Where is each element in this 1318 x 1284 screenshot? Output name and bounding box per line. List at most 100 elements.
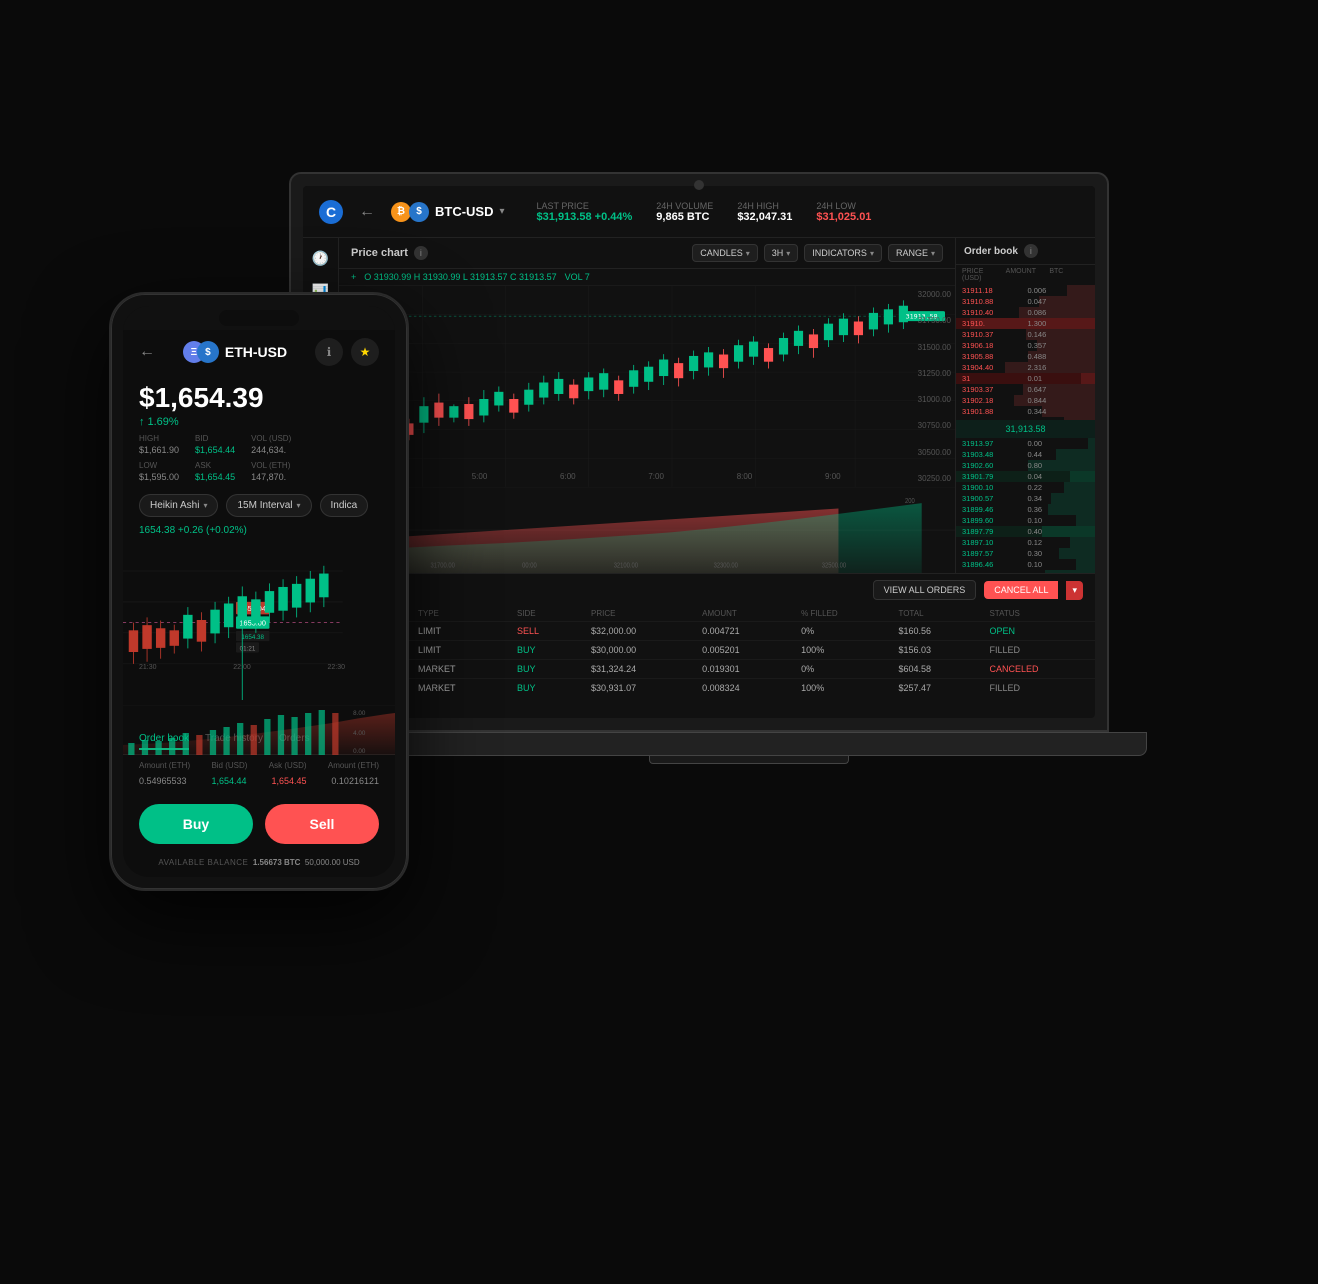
ob-bid-row: 31900.10 0.22 [956, 482, 1095, 493]
interval-chevron-icon: ▾ [297, 501, 301, 510]
ohlc-bar: + O 31930.99 H 31930.99 L 31913.57 C 319… [339, 269, 955, 286]
mobile-balance: AVAILABLE BALANCE 1.56673 BTC 50,000.00 … [123, 854, 395, 877]
ob-ask-row: 31911.18 0.006 [956, 285, 1095, 296]
ob-ask-rows: 31911.18 0.006 31910.88 0.047 31910.40 [956, 285, 1095, 420]
heikin-ashi-chevron-icon: ▾ [203, 501, 207, 510]
mobile-bid-value: $1,654.44 [195, 445, 235, 455]
mobile-vol-eth-value: 147,870. [251, 472, 290, 482]
svg-text:00:00: 00:00 [522, 562, 537, 570]
trading-pair: BTC-USD [435, 204, 494, 219]
btc-icon: ₿ [391, 202, 411, 222]
chart-info-icon[interactable]: i [414, 246, 428, 260]
chart-controls: CANDLES ▾ 3H ▾ INDICATORS ▾ [692, 244, 943, 262]
ob-bid-row: 31897.57 0.30 [956, 548, 1095, 559]
ob-info-icon[interactable]: i [1024, 244, 1038, 258]
ob-bid-row: 31899.60 0.10 [956, 515, 1095, 526]
cancel-all-button[interactable]: CANCEL ALL [984, 581, 1058, 599]
desktop-main: 🕐 📊 Price chart i CANDLES [303, 238, 1095, 573]
svg-text:200: 200 [905, 497, 915, 505]
ob-spread: 31,913.58 [956, 420, 1095, 438]
svg-text:0.00: 0.00 [353, 748, 366, 755]
svg-text:1654.38: 1654.38 [241, 634, 264, 641]
mobile-info-button[interactable]: ℹ [315, 338, 343, 366]
indicators-button-mobile[interactable]: Indica [320, 494, 369, 517]
sell-button[interactable]: Sell [265, 804, 379, 844]
candles-button[interactable]: CANDLES ▾ [692, 244, 758, 262]
heikin-ashi-button[interactable]: Heikin Ashi ▾ [139, 494, 218, 517]
svg-text:32500.00: 32500.00 [822, 562, 846, 570]
chart-title-group: Price chart i [351, 246, 428, 260]
range-button[interactable]: RANGE ▾ [888, 244, 943, 262]
buy-button[interactable]: Buy [139, 804, 253, 844]
candlestick-chart: .grid-line { stroke: #1e1e1e; stroke-wid… [339, 286, 955, 487]
high-stat: 24H HIGH $32,047.31 [737, 201, 792, 223]
ob-bid-row: 31895.60 0.44 [956, 570, 1095, 573]
pair-selector[interactable]: ₿ $ BTC-USD ▾ [391, 202, 505, 222]
interval-button-mobile[interactable]: 15M Interval ▾ [226, 494, 311, 517]
ob-ask-row: 31905.88 0.488 [956, 351, 1095, 362]
balance-values: 1.56673 BTC 50,000.00 USD [251, 858, 360, 867]
mobile-pair-name: ETH-USD [225, 344, 287, 360]
cancel-all-chevron[interactable]: ▾ [1066, 581, 1083, 600]
ob-col-headers: PRICE (USD) AMOUNT BTC [956, 265, 1095, 285]
ob-ask-row: 31910.37 0.146 [956, 329, 1095, 340]
view-all-orders-button[interactable]: VIEW ALL ORDERS [873, 580, 977, 600]
mobile-container: ← Ξ $ ETH-USD ℹ ★ $1,654.39 [109, 292, 409, 891]
mobile-vol-usd-value: 244,634. [251, 445, 291, 455]
col-filled: % FILLED [789, 606, 886, 622]
indicators-button[interactable]: INDICATORS ▾ [804, 244, 882, 262]
ob-bid-row: 31900.57 0.34 [956, 493, 1095, 504]
phone-notch [123, 306, 395, 330]
mobile-star-button[interactable]: ★ [351, 338, 379, 366]
mobile-back-button[interactable]: ← [139, 343, 155, 361]
ob-ask-row-highlight: 31 0.01 [956, 373, 1095, 384]
mobile-actions-row: Buy Sell [123, 794, 395, 854]
mobile-arrow-up-icon: ↑ [139, 416, 145, 428]
high-value: $32,047.31 [737, 211, 792, 223]
mobile-price-change: ↑ 1.69% [139, 416, 379, 428]
ob-ask-row-highlight: 31910. 1.300 [956, 318, 1095, 329]
range-chevron-icon: ▾ [931, 249, 935, 258]
chart-toolbar: Price chart i CANDLES ▾ 3H ▾ [339, 238, 955, 269]
order-row: BTC-USD MARKET BUY $30,931.07 0.008324 1… [303, 679, 1095, 698]
last-price-value: $31,913.58 +0.44% [537, 211, 633, 223]
laptop-body: C ← ₿ $ BTC-USD ▾ LAST PRICE $31,913.58 … [289, 172, 1109, 732]
ob-ask-row: 31901.88 0.344 [956, 406, 1095, 417]
mobile-bid-stat: BID $1,654.44 [195, 434, 235, 455]
ob-bid-row: 31903.48 0.44 [956, 449, 1095, 460]
ob-bid-row: 31897.10 0.12 [956, 537, 1095, 548]
indicators-chevron-icon: ▾ [870, 249, 874, 258]
mobile-low-value: $1,595.00 [139, 472, 179, 482]
ob-bid-row: 31902.60 0.80 [956, 460, 1095, 471]
app-logo: C [319, 200, 343, 224]
phone-screen: ← Ξ $ ETH-USD ℹ ★ $1,654.39 [123, 306, 395, 877]
volume-label: 24H VOLUME [656, 201, 713, 211]
ob-eth-amount1: 0.54965533 [139, 776, 187, 786]
mobile-order-book: Amount (ETH) Bid (USD) Ask (USD) Amount … [123, 755, 395, 794]
ob-bid-row-highlight: 31901.79 0.04 [956, 471, 1095, 482]
laptop-notch [694, 180, 704, 190]
orders-section: VIEW ALL ORDERS CANCEL ALL ▾ PAIR TYPE S… [303, 573, 1095, 718]
mobile-ask-value: $1,654.45 [195, 472, 235, 482]
usd-icon-mobile: $ [197, 341, 219, 363]
ob-bid-row-highlight: 31897.79 0.40 [956, 526, 1095, 537]
market-stats: LAST PRICE $31,913.58 +0.44% 24H VOLUME … [537, 201, 872, 223]
ob-ask-price: 1,654.45 [271, 776, 306, 786]
phone-outer: ← Ξ $ ETH-USD ℹ ★ $1,654.39 [109, 292, 409, 891]
clock-icon[interactable]: 🕐 [312, 250, 329, 267]
ob-eth-amount2: 0.10216121 [331, 776, 379, 786]
mobile-controls: Heikin Ashi ▾ 15M Interval ▾ Indica [123, 486, 395, 525]
back-button[interactable]: ← [359, 203, 375, 221]
order-row: BTC-USD LIMIT BUY $30,000.00 0.005201 10… [303, 641, 1095, 660]
last-price-label: LAST PRICE [537, 201, 633, 211]
low-label: 24H LOW [816, 201, 871, 211]
volume-value: 9,865 BTC [656, 211, 713, 223]
mobile-stats-row-2: LOW $1,595.00 ASK $1,654.45 VOL (ETH) 14… [139, 461, 379, 482]
interval-button[interactable]: 3H ▾ [764, 244, 799, 262]
pair-chevron-icon[interactable]: ▾ [500, 206, 505, 217]
mobile-vol-eth-stat: VOL (ETH) 147,870. [251, 461, 290, 482]
high-label: 24H HIGH [737, 201, 792, 211]
mobile-volume-chart: 8.00 4.00 0.00 [123, 705, 395, 755]
ob-ask-row: 31906.18 0.357 [956, 340, 1095, 351]
mobile-price-section: $1,654.39 ↑ 1.69% HIGH $1,661.90 BID $1,… [123, 374, 395, 486]
